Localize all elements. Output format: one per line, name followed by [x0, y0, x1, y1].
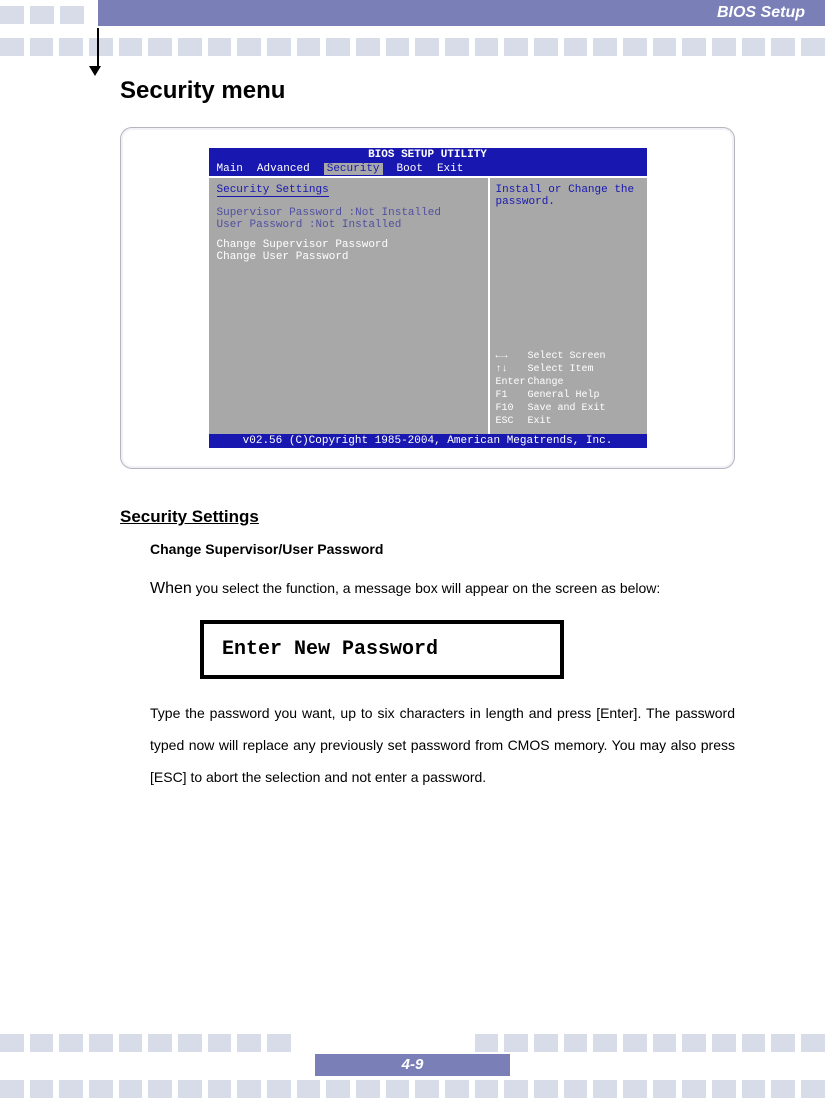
- header-bar: BIOS Setup: [98, 0, 825, 26]
- change-password-heading: Change Supervisor/User Password: [150, 541, 735, 557]
- security-settings-heading: Security Settings: [120, 507, 735, 527]
- page-header: BIOS Setup: [0, 0, 825, 55]
- bios-nav-keys: ←→Select Screen ↑↓Select Item EnterChang…: [496, 350, 641, 428]
- bios-tab-security[interactable]: Security: [324, 163, 383, 175]
- bios-window: BIOS SETUP UTILITY Main Advanced Securit…: [209, 148, 647, 448]
- bios-change-user[interactable]: Change User Password: [217, 251, 480, 263]
- main-content: Security menu BIOS SETUP UTILITY Main Ad…: [0, 55, 825, 793]
- page-footer: 4-9: [0, 1034, 825, 1098]
- bios-user-row: User Password :Not Installed: [217, 219, 480, 231]
- paragraph-1: When you select the function, a message …: [150, 571, 735, 608]
- bios-tab-exit[interactable]: Exit: [437, 163, 463, 175]
- bios-screenshot-frame: BIOS SETUP UTILITY Main Advanced Securit…: [120, 127, 735, 469]
- bios-menu-bar: Main Advanced Security Boot Exit: [209, 162, 647, 176]
- enter-password-box: Enter New Password: [200, 620, 564, 679]
- decoration-top-left: [0, 6, 84, 24]
- footer-decoration-bottom: [0, 1080, 825, 1098]
- arrow-down-icon: [94, 28, 101, 76]
- header-title: BIOS Setup: [717, 4, 805, 22]
- bios-body: Security Settings Supervisor Password :N…: [209, 176, 647, 434]
- section-title: Security menu: [120, 77, 735, 105]
- bios-left-panel: Security Settings Supervisor Password :N…: [209, 178, 490, 434]
- bios-utility-title: BIOS SETUP UTILITY: [209, 148, 647, 162]
- bios-supervisor-row: Supervisor Password :Not Installed: [217, 207, 480, 219]
- bios-change-supervisor[interactable]: Change Supervisor Password: [217, 239, 480, 251]
- footer-decoration-top: [0, 1034, 825, 1052]
- bios-tab-main[interactable]: Main: [217, 163, 243, 175]
- bios-settings-title: Security Settings: [217, 184, 329, 197]
- paragraph-2: Type the password you want, up to six ch…: [150, 697, 735, 794]
- bios-help-text: Install or Change the password.: [496, 184, 641, 208]
- body-indent: Change Supervisor/User Password When you…: [150, 541, 735, 793]
- bios-tab-boot[interactable]: Boot: [397, 163, 423, 175]
- bios-right-panel: Install or Change the password. ←→Select…: [490, 178, 647, 434]
- page-number: 4-9: [315, 1054, 510, 1076]
- bios-tab-advanced[interactable]: Advanced: [257, 163, 310, 175]
- decoration-row: [0, 38, 825, 56]
- bios-copyright: v02.56 (C)Copyright 1985-2004, American …: [209, 434, 647, 448]
